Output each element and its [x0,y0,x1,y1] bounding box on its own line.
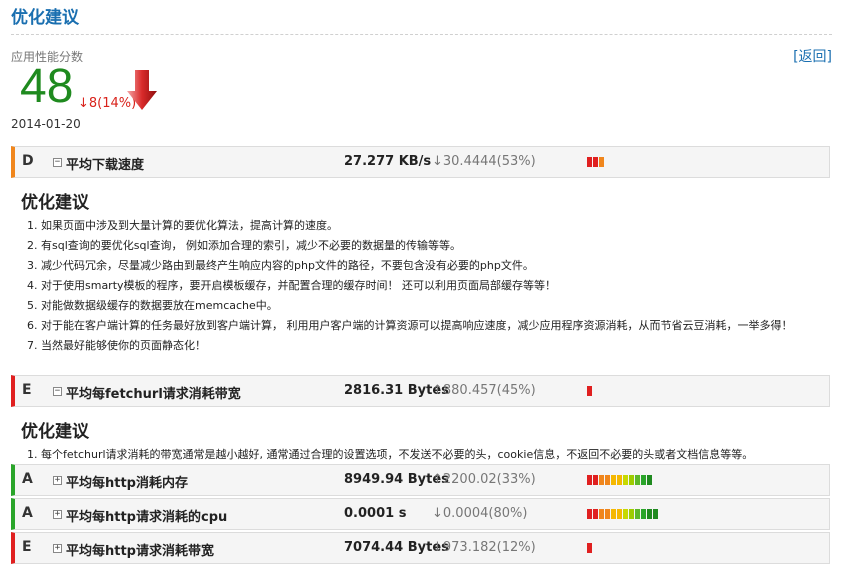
score-bar-segment [647,475,652,485]
score-bar-segment [605,475,610,485]
score-bar-segment [629,509,634,519]
score-bar-segment [599,509,604,519]
advice-item: 如果页面中涉及到大量计算的要优化算法，提高计算的速度。 [41,216,793,236]
score-value: 48 [20,60,74,113]
score-bar-segment [599,475,604,485]
score-date: 2014-01-20 [11,117,81,131]
score-bar-segment [623,509,628,519]
expand-icon[interactable]: + [53,510,62,519]
score-bar-segment [587,386,592,396]
metric-change: ↑2200.02(33%) [432,472,536,487]
score-bar-segment [635,509,640,519]
score-bar-segment [605,509,610,519]
grade-badge: A [22,471,33,487]
score-bar-segment [587,509,592,519]
advice-item: 对能做数据级缓存的数据要放在memcache中。 [41,296,793,316]
expand-icon[interactable]: + [53,544,62,553]
score-bar-segment [587,475,592,485]
advice-item: 有sql查询的要优化sql查询， 例如添加合理的索引，减少不必要的数据量的传输等… [41,236,793,256]
score-bar [587,543,592,553]
back-link[interactable]: [返回] [793,46,832,66]
metric-row-http-cpu[interactable]: A + 平均每http请求消耗的cpu 0.0001 s ↓0.0004(80%… [11,498,830,530]
score-bar-segment [593,509,598,519]
metric-row-fetchurl-bandwidth[interactable]: E − 平均每fetchurl请求消耗带宽 2816.31 Bytes ↑880… [11,375,830,407]
title-divider [11,34,832,35]
collapse-icon[interactable]: − [53,387,62,396]
score-bar-segment [653,509,658,519]
advice-item: 对于使用smarty模板的程序，要开启模板缓存，并配置合理的缓存时间！ 还可以利… [41,276,793,296]
score-bar-segment [641,475,646,485]
metric-row-http-bandwidth[interactable]: E + 平均每http请求消耗带宽 7074.44 Bytes ↓973.182… [11,532,830,564]
page-title: 优化建议 [11,8,79,28]
metric-change: ↓0.0004(80%) [432,506,528,521]
score-bar-segment [587,543,592,553]
score-bar-segment [593,475,598,485]
score-bar-segment [617,475,622,485]
metric-name: 平均每http请求消耗带宽 [66,544,214,559]
metric-name: 平均每http消耗内存 [66,476,188,491]
score-bar-segment [593,157,598,167]
metric-change: ↓973.182(12%) [432,540,536,555]
advice-item: 对于能在客户端计算的任务最好放到客户端计算， 利用用户客户端的计算资源可以提高响… [41,316,793,336]
grade-badge: E [22,539,32,555]
metric-change: ↑880.457(45%) [432,383,536,398]
metric-value: 0.0001 s [344,506,407,521]
advice-list: 每个fetchurl请求消耗的带宽通常是越小越好, 通常通过合理的设置选项，不发… [21,445,753,465]
expand-icon[interactable]: + [53,476,62,485]
collapse-icon[interactable]: − [53,158,62,167]
score-bar-segment [641,509,646,519]
score-bar-segment [599,157,604,167]
metric-row-download-speed[interactable]: D − 平均下载速度 27.277 KB/s ↓30.4444(53%) [11,146,830,178]
advice-list: 如果页面中涉及到大量计算的要优化算法，提高计算的速度。 有sql查询的要优化sq… [21,216,793,356]
advice-title: 优化建议 [21,422,89,442]
score-bar-segment [647,509,652,519]
grade-badge: E [22,382,32,398]
grade-badge: A [22,505,33,521]
score-bar-segment [623,475,628,485]
score-bar [587,386,592,396]
score-bar [587,509,658,519]
metric-row-http-memory[interactable]: A + 平均每http消耗内存 8949.94 Bytes ↑2200.02(3… [11,464,830,496]
advice-section: 优化建议 如果页面中涉及到大量计算的要优化算法，提高计算的速度。 有sql查询的… [21,188,793,356]
advice-item: 每个fetchurl请求消耗的带宽通常是越小越好, 通常通过合理的设置选项，不发… [41,445,753,465]
score-bar-segment [629,475,634,485]
score-bar-segment [617,509,622,519]
metric-name: 平均每http请求消耗的cpu [66,510,228,525]
metric-value: 27.277 KB/s [344,154,432,169]
advice-title: 优化建议 [21,193,89,213]
advice-item: 减少代码冗余，尽量减少路由到最终产生响应内容的php文件的路径，不要包含没有必要… [41,256,793,276]
score-bar [587,475,652,485]
advice-section: 优化建议 每个fetchurl请求消耗的带宽通常是越小越好, 通常通过合理的设置… [21,417,753,465]
down-arrow-icon [127,70,157,110]
metric-name: 平均每fetchurl请求消耗带宽 [66,387,241,402]
metric-change: ↓30.4444(53%) [432,154,536,169]
advice-item: 当然最好能够使你的页面静态化！ [41,336,793,356]
metric-name: 平均下载速度 [66,158,145,173]
grade-badge: D [22,153,34,169]
score-bar-segment [587,157,592,167]
score-bar-segment [635,475,640,485]
score-bar [587,157,604,167]
score-bar-segment [611,475,616,485]
score-bar-segment [611,509,616,519]
